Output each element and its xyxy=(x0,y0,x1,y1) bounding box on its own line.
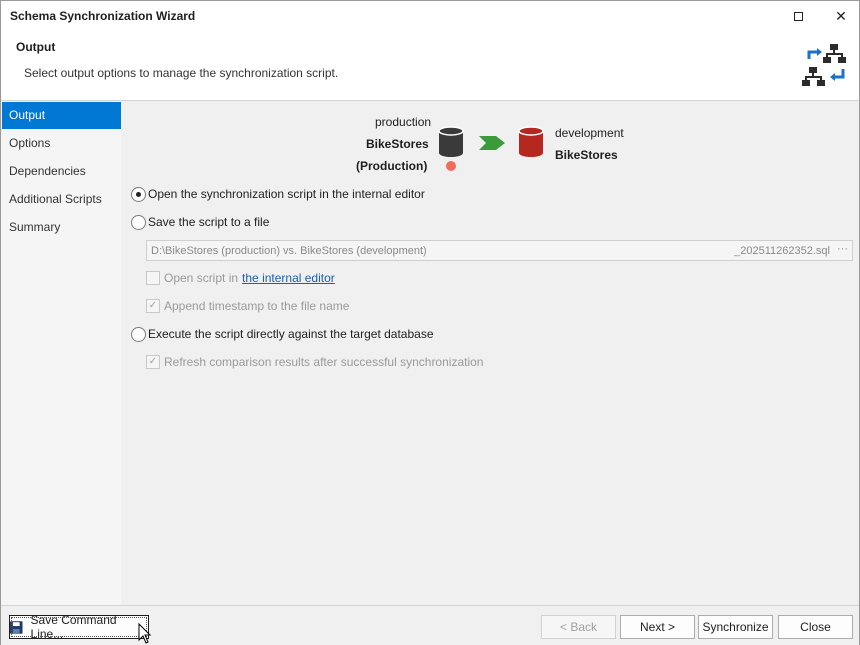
sidebar-item-output[interactable]: Output xyxy=(2,102,121,129)
target-database-icon xyxy=(518,126,544,157)
save-icon xyxy=(10,620,23,634)
execute-direct-label: Execute the script directly against the … xyxy=(148,327,434,341)
save-file-label: Save the script to a file xyxy=(148,215,270,229)
window-title: Schema Synchronization Wizard xyxy=(10,9,196,23)
file-path-text: D:\BikeStores (production) vs. BikeStore… xyxy=(151,245,427,257)
open-script-checkbox[interactable] xyxy=(146,271,160,285)
open-internal-label: Open the synchronization script in the i… xyxy=(148,187,425,201)
append-timestamp-label: Append timestamp to the file name xyxy=(164,299,350,313)
sidebar-item-dependencies[interactable]: Dependencies xyxy=(2,158,121,185)
back-button[interactable]: < Back xyxy=(541,615,616,639)
wizard-footer: Save Command Line... < Back Next > Synch… xyxy=(1,605,859,645)
next-button[interactable]: Next > xyxy=(620,615,695,639)
save-file-radio[interactable] xyxy=(131,214,146,230)
maximize-icon xyxy=(793,11,803,21)
production-status-icon xyxy=(446,161,456,171)
append-timestamp-option[interactable]: ✓ Append timestamp to the file name xyxy=(146,298,349,314)
file-path-suffix: _202511262352.sql xyxy=(734,245,830,257)
sidebar-item-summary[interactable]: Summary xyxy=(2,214,121,241)
page-title: Output xyxy=(16,40,56,54)
target-database-name: BikeStores xyxy=(555,148,618,162)
open-internal-option[interactable]: Open the synchronization script in the i… xyxy=(131,185,425,203)
source-database-icon xyxy=(438,126,464,157)
open-internal-radio[interactable] xyxy=(131,186,146,202)
synchronize-button[interactable]: Synchronize xyxy=(698,615,773,639)
save-file-option[interactable]: Save the script to a file xyxy=(131,213,269,231)
page-description: Select output options to manage the sync… xyxy=(24,66,339,80)
wizard-window: Schema Synchronization Wizard ✕ Output S… xyxy=(0,0,860,645)
source-connection-label: production xyxy=(375,115,432,129)
save-command-line-button[interactable]: Save Command Line... xyxy=(9,613,149,641)
close-icon: ✕ xyxy=(835,7,847,24)
schema-sync-icon xyxy=(802,44,846,86)
internal-editor-link[interactable]: the internal editor xyxy=(242,271,335,285)
source-environment: (Production) xyxy=(356,159,428,173)
wizard-header: Output Select output options to manage t… xyxy=(1,31,859,101)
file-path-field[interactable]: D:\BikeStores (production) vs. BikeStore… xyxy=(146,240,853,261)
output-panel: production BikeStores (Production) devel… xyxy=(121,102,859,605)
target-connection-label: development xyxy=(555,126,624,140)
browse-button[interactable]: ··· xyxy=(837,243,848,255)
execute-direct-option[interactable]: Execute the script directly against the … xyxy=(131,325,434,343)
maximize-button[interactable] xyxy=(776,1,820,31)
wizard-sidebar: Output Options Dependencies Additional S… xyxy=(1,102,121,605)
refresh-results-checkbox[interactable]: ✓ xyxy=(146,355,160,369)
close-button[interactable]: Close xyxy=(778,615,853,639)
sync-direction-arrow-icon xyxy=(479,136,505,150)
title-bar: Schema Synchronization Wizard ✕ xyxy=(1,1,859,31)
close-window-button[interactable]: ✕ xyxy=(819,1,860,31)
execute-direct-radio[interactable] xyxy=(131,326,146,342)
mouse-cursor-icon xyxy=(138,623,152,644)
source-database-name: BikeStores xyxy=(366,137,429,151)
open-script-option[interactable]: Open script in the internal editor xyxy=(146,270,335,286)
sidebar-item-additional-scripts[interactable]: Additional Scripts xyxy=(2,186,121,213)
refresh-results-label: Refresh comparison results after success… xyxy=(164,355,484,369)
sidebar-item-options[interactable]: Options xyxy=(2,130,121,157)
append-timestamp-checkbox[interactable]: ✓ xyxy=(146,299,160,313)
save-command-line-label: Save Command Line... xyxy=(30,613,117,641)
open-script-label: Open script in xyxy=(164,271,239,285)
refresh-results-option[interactable]: ✓ Refresh comparison results after succe… xyxy=(146,354,483,370)
